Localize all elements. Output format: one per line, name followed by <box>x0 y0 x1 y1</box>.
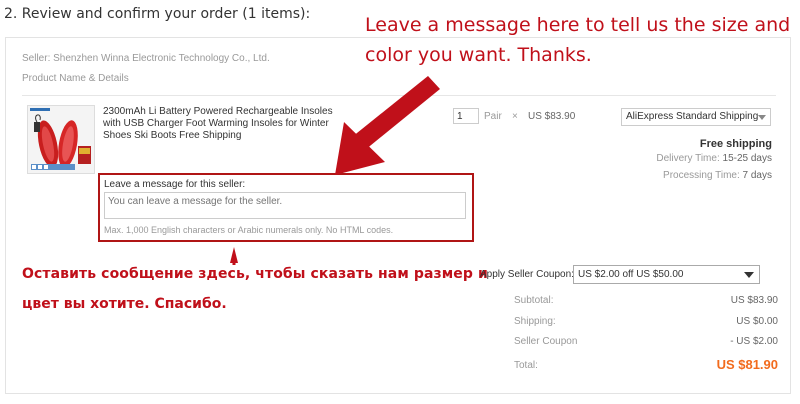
small-arrow-icon <box>230 247 238 265</box>
coupon-selected-value: US $2.00 off US $50.00 <box>578 269 684 280</box>
seller-coupon-select[interactable]: US $2.00 off US $50.00 <box>573 265 760 284</box>
subtotal-value: US $83.90 <box>730 295 778 306</box>
total-label: Total: <box>514 360 538 371</box>
russian-annotation-line1: Оставить сообщение здесь, чтобы сказать … <box>22 266 488 282</box>
shipping-value: US $0.00 <box>736 316 778 327</box>
seller-coupon-label: Seller Coupon <box>514 336 578 347</box>
big-arrow-icon <box>335 76 440 175</box>
total-value: US $81.90 <box>716 357 778 372</box>
seller-coupon-value: - US $2.00 <box>730 336 778 347</box>
shipping-label: Shipping: <box>514 316 556 327</box>
coupon-label: Apply Seller Coupon: <box>480 269 574 280</box>
chevron-down-icon <box>744 272 754 278</box>
subtotal-label: Subtotal: <box>514 295 554 306</box>
annotation-arrows <box>230 76 440 265</box>
russian-annotation-line2: цвет вы хотите. Спасибо. <box>22 296 227 312</box>
